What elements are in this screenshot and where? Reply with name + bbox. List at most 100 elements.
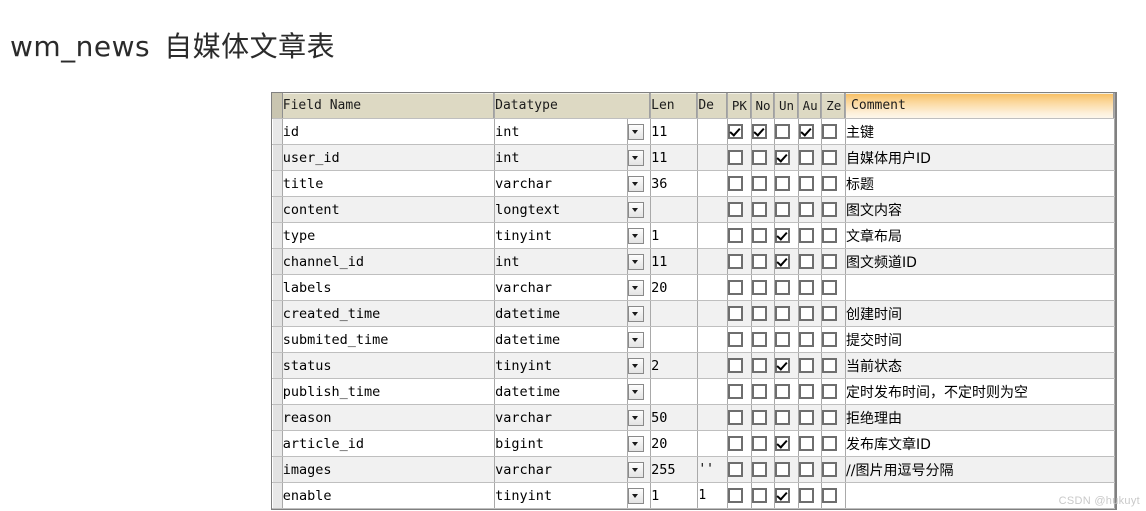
cell-field-name[interactable]: publish_time <box>282 378 496 405</box>
cell-field-name[interactable]: id <box>282 118 496 145</box>
cell-not-null[interactable] <box>751 170 776 197</box>
chevron-down-icon[interactable] <box>627 305 644 322</box>
chevron-down-icon[interactable] <box>627 227 644 244</box>
cell-datatype[interactable]: int <box>494 144 628 171</box>
table-row[interactable]: channel_id int 11 图文频道ID <box>272 248 1115 275</box>
cell-not-null[interactable] <box>751 456 776 483</box>
cell-datatype[interactable]: varchar <box>494 170 628 197</box>
row-selector[interactable] <box>272 248 283 275</box>
cell-datatype[interactable]: varchar <box>494 274 628 301</box>
table-row[interactable]: content longtext 图文内容 <box>272 196 1115 223</box>
checkbox-unchecked-icon[interactable] <box>728 462 744 477</box>
chevron-down-icon[interactable] <box>627 123 644 140</box>
datatype-dropdown-cell[interactable] <box>627 404 652 431</box>
checkbox-unchecked-icon[interactable] <box>751 436 767 451</box>
cell-unsigned[interactable] <box>774 300 799 327</box>
cell-unsigned[interactable] <box>774 378 799 405</box>
checkbox-unchecked-icon[interactable] <box>822 150 838 165</box>
header-autoinc[interactable]: Au <box>798 93 823 119</box>
cell-zerofill[interactable] <box>821 248 847 275</box>
chevron-down-icon[interactable] <box>627 383 644 400</box>
table-row[interactable]: article_id bigint 20 发布库文章ID <box>272 430 1115 457</box>
checkbox-unchecked-icon[interactable] <box>728 254 744 269</box>
checkbox-unchecked-icon[interactable] <box>822 228 838 243</box>
chevron-down-icon[interactable] <box>627 149 644 166</box>
checkbox-unchecked-icon[interactable] <box>798 332 814 347</box>
cell-field-name[interactable]: status <box>282 352 496 379</box>
cell-zerofill[interactable] <box>821 196 847 223</box>
checkbox-unchecked-icon[interactable] <box>728 358 744 373</box>
chevron-down-icon[interactable] <box>627 357 644 374</box>
checkbox-checked-icon[interactable] <box>775 436 791 451</box>
cell-not-null[interactable] <box>751 326 776 353</box>
cell-default[interactable] <box>697 300 729 327</box>
cell-unsigned[interactable] <box>774 248 799 275</box>
cell-not-null[interactable] <box>751 378 776 405</box>
cell-comment[interactable]: 创建时间 <box>845 300 1115 327</box>
datatype-dropdown-cell[interactable] <box>627 144 652 171</box>
cell-datatype[interactable]: int <box>494 248 628 275</box>
checkbox-unchecked-icon[interactable] <box>775 332 791 347</box>
checkbox-unchecked-icon[interactable] <box>798 150 814 165</box>
cell-default[interactable] <box>697 144 729 171</box>
cell-primary-key[interactable] <box>727 144 752 171</box>
cell-field-name[interactable]: article_id <box>282 430 496 457</box>
checkbox-unchecked-icon[interactable] <box>822 410 838 425</box>
cell-length[interactable]: 20 <box>650 274 699 301</box>
checkbox-unchecked-icon[interactable] <box>751 384 767 399</box>
checkbox-unchecked-icon[interactable] <box>728 488 744 503</box>
cell-primary-key[interactable] <box>727 352 752 379</box>
cell-primary-key[interactable] <box>727 482 752 509</box>
cell-zerofill[interactable] <box>821 170 847 197</box>
checkbox-unchecked-icon[interactable] <box>728 306 744 321</box>
cell-not-null[interactable] <box>751 482 776 509</box>
chevron-down-icon[interactable] <box>627 201 644 218</box>
checkbox-unchecked-icon[interactable] <box>751 280 767 295</box>
table-row[interactable]: type tinyint 1 文章布局 <box>272 222 1115 249</box>
cell-primary-key[interactable] <box>727 430 752 457</box>
table-row[interactable]: title varchar 36 标题 <box>272 170 1115 197</box>
cell-not-null[interactable] <box>751 430 776 457</box>
cell-primary-key[interactable] <box>727 196 752 223</box>
datatype-dropdown-cell[interactable] <box>627 482 652 509</box>
datatype-dropdown-cell[interactable] <box>627 170 652 197</box>
cell-field-name[interactable]: reason <box>282 404 496 431</box>
cell-auto-increment[interactable] <box>798 430 823 457</box>
cell-zerofill[interactable] <box>821 118 847 145</box>
datatype-dropdown-cell[interactable] <box>627 300 652 327</box>
cell-field-name[interactable]: channel_id <box>282 248 496 275</box>
cell-not-null[interactable] <box>751 352 776 379</box>
checkbox-unchecked-icon[interactable] <box>728 410 744 425</box>
table-row[interactable]: user_id int 11 自媒体用户ID <box>272 144 1115 171</box>
cell-length[interactable] <box>650 300 699 327</box>
datatype-dropdown-cell[interactable] <box>627 326 652 353</box>
cell-default[interactable] <box>697 352 729 379</box>
cell-field-name[interactable]: images <box>282 456 496 483</box>
cell-zerofill[interactable] <box>821 300 847 327</box>
cell-zerofill[interactable] <box>821 326 847 353</box>
cell-auto-increment[interactable] <box>798 326 823 353</box>
checkbox-checked-icon[interactable] <box>775 228 791 243</box>
cell-datatype[interactable]: varchar <box>494 456 628 483</box>
cell-comment[interactable]: 提交时间 <box>845 326 1115 353</box>
cell-datatype[interactable]: tinyint <box>494 482 628 509</box>
checkbox-unchecked-icon[interactable] <box>822 488 838 503</box>
header-default[interactable]: De <box>697 93 729 119</box>
cell-not-null[interactable] <box>751 196 776 223</box>
cell-auto-increment[interactable] <box>798 352 823 379</box>
cell-primary-key[interactable] <box>727 248 752 275</box>
cell-field-name[interactable]: title <box>282 170 496 197</box>
checkbox-unchecked-icon[interactable] <box>798 488 814 503</box>
row-selector[interactable] <box>272 378 283 405</box>
header-field-name[interactable]: Field Name <box>282 93 496 119</box>
cell-default[interactable] <box>697 274 729 301</box>
datatype-dropdown-cell[interactable] <box>627 196 652 223</box>
cell-primary-key[interactable] <box>727 456 752 483</box>
chevron-down-icon[interactable] <box>627 279 644 296</box>
chevron-down-icon[interactable] <box>627 461 644 478</box>
checkbox-unchecked-icon[interactable] <box>751 488 767 503</box>
cell-length[interactable]: 255 <box>650 456 699 483</box>
cell-auto-increment[interactable] <box>798 456 823 483</box>
cell-unsigned[interactable] <box>774 196 799 223</box>
cell-auto-increment[interactable] <box>798 222 823 249</box>
